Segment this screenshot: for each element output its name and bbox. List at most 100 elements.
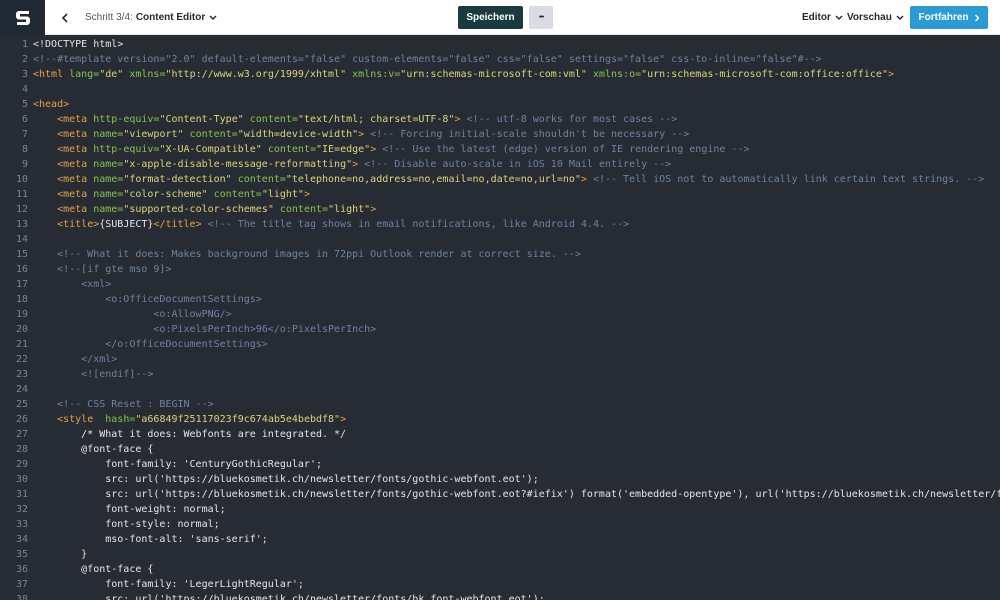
code-line: 4 [0, 82, 1000, 97]
line-number: 31 [15, 489, 28, 500]
line-number: 9 [21, 159, 28, 170]
code-line: 22 </xml> [0, 352, 1000, 367]
code-token: "light" [261, 189, 304, 200]
code-text: <meta http-equiv="Content-Type" content=… [33, 112, 677, 127]
code-line: 14 [0, 232, 1000, 247]
code-token: hash= [105, 414, 136, 425]
code-token: "a66849f25117023f9c674ab5e4bebdf8" [135, 414, 341, 425]
code-text: <!DOCTYPE html> [33, 37, 123, 52]
app-logo[interactable] [0, 0, 45, 35]
code-token: > [370, 204, 377, 215]
line-number: 21 [15, 339, 28, 350]
code-text: </o:OfficeDocumentSettings> [33, 337, 268, 352]
code-text: <!-- CSS Reset : BEGIN --> [33, 397, 214, 412]
code-token: <!-- The title tag shows in email notifi… [201, 219, 630, 230]
code-line: 6 <meta http-equiv="Content-Type" conten… [0, 112, 1000, 127]
line-number: 18 [15, 294, 28, 305]
code-token: xmlns:o= [586, 69, 642, 80]
code-token: > [340, 414, 347, 425]
code-token: "width=device-width" [237, 129, 359, 140]
code-text: font-weight: normal; [33, 502, 225, 517]
editor-dropdown[interactable]: Editor [802, 0, 843, 35]
code-line: 38 src: url('https://bluekosmetik.ch/new… [0, 592, 1000, 600]
code-token: <meta [57, 144, 94, 155]
more-options-button[interactable]: ••• [529, 6, 553, 29]
code-editor[interactable]: 1 <!DOCTYPE html> 2 <!--#template version="… [0, 35, 1000, 600]
line-number: 30 [15, 474, 28, 485]
code-token: font-family: 'LegerLightRegular'; [33, 579, 304, 590]
code-token: content= [273, 204, 329, 215]
code-text: <meta name="x-apple-disable-message-refo… [33, 157, 671, 172]
code-text: <o:OfficeDocumentSettings> [33, 292, 262, 307]
code-token: <!--[if gte mso 9]> [33, 264, 172, 275]
line-number: 10 [15, 174, 28, 185]
code-line: 17 <xml> [0, 277, 1000, 292]
line-number: 22 [15, 354, 28, 365]
code-text: <o:PixelsPerInch>96</o:PixelsPerInch> [33, 322, 376, 337]
code-token: "supported-color-schemes" [123, 204, 274, 215]
more-icon: ••• [538, 14, 544, 21]
code-token: <meta [57, 189, 94, 200]
code-line: 24 [0, 382, 1000, 397]
preview-dropdown[interactable]: Vorschau [847, 0, 904, 35]
back-button[interactable] [58, 0, 72, 35]
line-number: 14 [15, 234, 28, 245]
line-number: 13 [15, 219, 28, 230]
code-text: <style hash="a66849f25117023f9c674ab5e4b… [33, 412, 346, 427]
code-token: "telephone=no,address=no,email=no,date=n… [285, 174, 581, 185]
code-token: src: url('https://bluekosmetik.ch/newsle… [33, 594, 545, 600]
code-token: content= [231, 174, 286, 185]
code-token: } [33, 549, 88, 560]
code-token: "Content-Type" [159, 114, 244, 125]
continue-button[interactable]: Fortfahren [910, 6, 988, 29]
code-text: <head> [33, 97, 69, 112]
code-token: <!-- Use the latest (edge) version of IE… [376, 144, 750, 155]
continue-label: Fortfahren [918, 12, 969, 23]
line-number: 28 [15, 444, 28, 455]
line-number: 24 [15, 384, 28, 395]
line-number: 25 [15, 399, 28, 410]
code-token: "color-scheme" [123, 189, 208, 200]
code-token: <!-- What it does: Makes background imag… [33, 249, 581, 260]
code-line: 35 } [0, 547, 1000, 562]
code-line: 3 <html lang="de" xmlns="http://www.w3.or… [0, 67, 1000, 82]
code-token: <head> [33, 99, 70, 110]
code-token: @font-face { [33, 564, 154, 575]
code-line: 16 <!--[if gte mso 9]> [0, 262, 1000, 277]
code-token: xmlns= [123, 69, 166, 80]
line-number: 3 [21, 69, 28, 80]
code-line: 25 <!-- CSS Reset : BEGIN --> [0, 397, 1000, 412]
code-text: <xml> [33, 277, 111, 292]
code-token: name= [93, 189, 124, 200]
code-text: <o:AllowPNG/> [33, 307, 231, 322]
step-label: Schritt 3/4: [85, 12, 133, 23]
code-token: <!-- Forcing initial-scale shouldn't be … [364, 129, 690, 140]
code-line: 28 @font-face { [0, 442, 1000, 457]
line-number: 6 [21, 114, 28, 125]
code-text: src: url('https://bluekosmetik.ch/newsle… [33, 592, 545, 600]
code-line: 10 <meta name="format-detection" content… [0, 172, 1000, 187]
code-token: <meta [57, 204, 94, 215]
line-number: 15 [15, 249, 28, 260]
line-number: 37 [15, 579, 28, 590]
line-number: 1 [21, 39, 28, 50]
code-text: /* What it does: Webfonts are integrated… [33, 427, 346, 442]
code-token: src: url('https://bluekosmetik.ch/newsle… [33, 474, 539, 485]
chevron-down-icon [896, 15, 904, 20]
code-text: mso-font-alt: 'sans-serif'; [33, 532, 268, 547]
line-number: 33 [15, 519, 28, 530]
code-line: 2 <!--#template version="2.0" default-ele… [0, 52, 1000, 67]
code-text: font-style: normal; [33, 517, 219, 532]
code-line: 20 <o:PixelsPerInch>96</o:PixelsPerInch> [0, 322, 1000, 337]
step-value: Content Editor [135, 12, 206, 23]
code-text: <meta name="format-detection" content="t… [33, 172, 984, 187]
top-bar: Schritt 3/4: Content Editor Speichern ••… [0, 0, 1000, 35]
code-token: http-equiv= [93, 114, 160, 125]
save-button[interactable]: Speichern [458, 6, 523, 29]
code-text: @font-face { [33, 442, 153, 457]
code-line: 13 <title>{SUBJECT}</title> <!-- The tit… [0, 217, 1000, 232]
step-selector[interactable]: Schritt 3/4: Content Editor [85, 0, 217, 35]
code-token: lang= [69, 69, 100, 80]
